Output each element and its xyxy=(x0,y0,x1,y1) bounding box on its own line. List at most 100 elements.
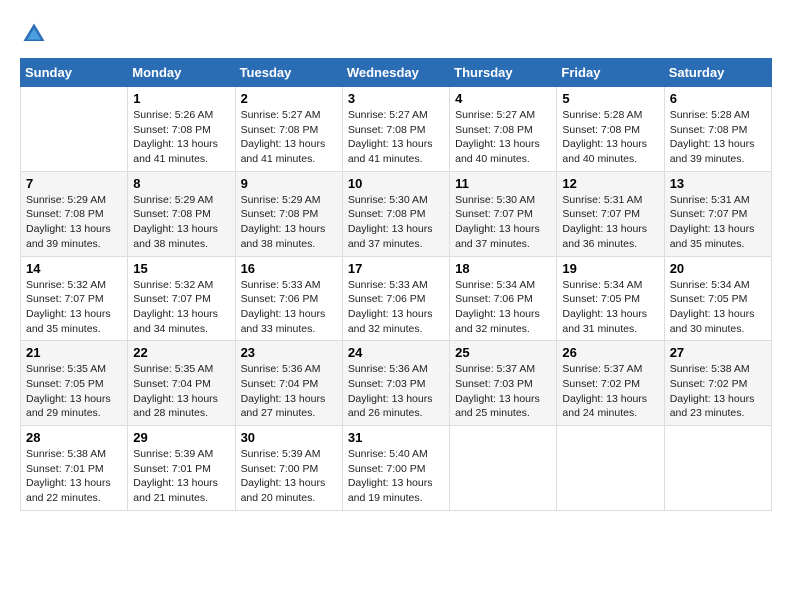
week-row-3: 14Sunrise: 5:32 AM Sunset: 7:07 PM Dayli… xyxy=(21,256,772,341)
day-info: Sunrise: 5:39 AM Sunset: 7:01 PM Dayligh… xyxy=(133,447,229,506)
calendar-cell: 26 Sunrise: 5:37 AM Sunset: 7:02 PM Dayli… xyxy=(557,341,664,426)
calendar-cell: 21 Sunrise: 5:35 AM Sunset: 7:05 PM Dayli… xyxy=(21,341,128,426)
calendar-cell: 8 Sunrise: 5:29 AM Sunset: 7:08 PM Daylig… xyxy=(128,171,235,256)
day-info: Sunrise: 5:35 AM Sunset: 7:05 PM Dayligh… xyxy=(26,362,122,421)
day-number: 26 xyxy=(562,345,658,360)
day-number: 25 xyxy=(455,345,551,360)
day-number: 3 xyxy=(348,91,444,106)
calendar-cell: 18 Sunrise: 5:34 AM Sunset: 7:06 PM Dayli… xyxy=(450,256,557,341)
day-info: Sunrise: 5:28 AM Sunset: 7:08 PM Dayligh… xyxy=(670,108,766,167)
calendar-cell xyxy=(557,426,664,511)
day-number: 16 xyxy=(241,261,337,276)
calendar-cell: 28 Sunrise: 5:38 AM Sunset: 7:01 PM Dayli… xyxy=(21,426,128,511)
day-number: 12 xyxy=(562,176,658,191)
week-row-1: 1 Sunrise: 5:26 AM Sunset: 7:08 PM Daylig… xyxy=(21,87,772,172)
day-info: Sunrise: 5:40 AM Sunset: 7:00 PM Dayligh… xyxy=(348,447,444,506)
column-header-tuesday: Tuesday xyxy=(235,59,342,87)
week-row-2: 7 Sunrise: 5:29 AM Sunset: 7:08 PM Daylig… xyxy=(21,171,772,256)
day-info: Sunrise: 5:27 AM Sunset: 7:08 PM Dayligh… xyxy=(241,108,337,167)
page-header xyxy=(20,20,772,48)
day-number: 4 xyxy=(455,91,551,106)
day-number: 10 xyxy=(348,176,444,191)
calendar-cell: 13 Sunrise: 5:31 AM Sunset: 7:07 PM Dayli… xyxy=(664,171,771,256)
day-number: 22 xyxy=(133,345,229,360)
column-header-saturday: Saturday xyxy=(664,59,771,87)
day-info: Sunrise: 5:26 AM Sunset: 7:08 PM Dayligh… xyxy=(133,108,229,167)
day-number: 5 xyxy=(562,91,658,106)
day-info: Sunrise: 5:34 AM Sunset: 7:06 PM Dayligh… xyxy=(455,278,551,337)
calendar-cell: 16Sunrise: 5:33 AM Sunset: 7:06 PM Dayli… xyxy=(235,256,342,341)
day-info: Sunrise: 5:36 AM Sunset: 7:03 PM Dayligh… xyxy=(348,362,444,421)
calendar-cell: 31Sunrise: 5:40 AM Sunset: 7:00 PM Dayli… xyxy=(342,426,449,511)
calendar-cell: 29 Sunrise: 5:39 AM Sunset: 7:01 PM Dayli… xyxy=(128,426,235,511)
day-info: Sunrise: 5:35 AM Sunset: 7:04 PM Dayligh… xyxy=(133,362,229,421)
day-number: 13 xyxy=(670,176,766,191)
day-info: Sunrise: 5:37 AM Sunset: 7:02 PM Dayligh… xyxy=(562,362,658,421)
logo-icon xyxy=(20,20,48,48)
calendar-cell xyxy=(664,426,771,511)
day-number: 20 xyxy=(670,261,766,276)
day-info: Sunrise: 5:32 AM Sunset: 7:07 PM Dayligh… xyxy=(133,278,229,337)
day-number: 29 xyxy=(133,430,229,445)
day-info: Sunrise: 5:28 AM Sunset: 7:08 PM Dayligh… xyxy=(562,108,658,167)
day-info: Sunrise: 5:27 AM Sunset: 7:08 PM Dayligh… xyxy=(348,108,444,167)
calendar-cell: 9 Sunrise: 5:29 AM Sunset: 7:08 PM Daylig… xyxy=(235,171,342,256)
day-number: 17 xyxy=(348,261,444,276)
day-info: Sunrise: 5:29 AM Sunset: 7:08 PM Dayligh… xyxy=(241,193,337,252)
day-info: Sunrise: 5:39 AM Sunset: 7:00 PM Dayligh… xyxy=(241,447,337,506)
calendar-cell: 25 Sunrise: 5:37 AM Sunset: 7:03 PM Dayli… xyxy=(450,341,557,426)
day-number: 18 xyxy=(455,261,551,276)
calendar-cell: 2Sunrise: 5:27 AM Sunset: 7:08 PM Daylig… xyxy=(235,87,342,172)
column-header-monday: Monday xyxy=(128,59,235,87)
calendar-cell: 1 Sunrise: 5:26 AM Sunset: 7:08 PM Daylig… xyxy=(128,87,235,172)
day-number: 24 xyxy=(348,345,444,360)
column-header-sunday: Sunday xyxy=(21,59,128,87)
day-number: 19 xyxy=(562,261,658,276)
calendar-cell: 3 Sunrise: 5:27 AM Sunset: 7:08 PM Daylig… xyxy=(342,87,449,172)
calendar-cell xyxy=(450,426,557,511)
calendar-cell: 4 Sunrise: 5:27 AM Sunset: 7:08 PM Daylig… xyxy=(450,87,557,172)
day-number: 1 xyxy=(133,91,229,106)
calendar-cell: 17 Sunrise: 5:33 AM Sunset: 7:06 PM Dayli… xyxy=(342,256,449,341)
day-info: Sunrise: 5:36 AM Sunset: 7:04 PM Dayligh… xyxy=(241,362,337,421)
header-row: SundayMondayTuesdayWednesdayThursdayFrid… xyxy=(21,59,772,87)
day-number: 21 xyxy=(26,345,122,360)
day-info: Sunrise: 5:37 AM Sunset: 7:03 PM Dayligh… xyxy=(455,362,551,421)
day-info: Sunrise: 5:31 AM Sunset: 7:07 PM Dayligh… xyxy=(670,193,766,252)
day-info: Sunrise: 5:34 AM Sunset: 7:05 PM Dayligh… xyxy=(562,278,658,337)
column-header-wednesday: Wednesday xyxy=(342,59,449,87)
day-info: Sunrise: 5:29 AM Sunset: 7:08 PM Dayligh… xyxy=(133,193,229,252)
day-info: Sunrise: 5:38 AM Sunset: 7:01 PM Dayligh… xyxy=(26,447,122,506)
day-number: 7 xyxy=(26,176,122,191)
day-number: 9 xyxy=(241,176,337,191)
day-info: Sunrise: 5:33 AM Sunset: 7:06 PM Dayligh… xyxy=(348,278,444,337)
calendar-cell: 12 Sunrise: 5:31 AM Sunset: 7:07 PM Dayli… xyxy=(557,171,664,256)
column-header-thursday: Thursday xyxy=(450,59,557,87)
day-info: Sunrise: 5:30 AM Sunset: 7:07 PM Dayligh… xyxy=(455,193,551,252)
column-header-friday: Friday xyxy=(557,59,664,87)
day-number: 30 xyxy=(241,430,337,445)
logo xyxy=(20,20,52,48)
day-info: Sunrise: 5:38 AM Sunset: 7:02 PM Dayligh… xyxy=(670,362,766,421)
day-number: 11 xyxy=(455,176,551,191)
day-number: 28 xyxy=(26,430,122,445)
calendar-cell: 6 Sunrise: 5:28 AM Sunset: 7:08 PM Daylig… xyxy=(664,87,771,172)
calendar-cell: 5 Sunrise: 5:28 AM Sunset: 7:08 PM Daylig… xyxy=(557,87,664,172)
calendar-cell: 20 Sunrise: 5:34 AM Sunset: 7:05 PM Dayli… xyxy=(664,256,771,341)
calendar-cell: 30 Sunrise: 5:39 AM Sunset: 7:00 PM Dayli… xyxy=(235,426,342,511)
calendar-cell: 15 Sunrise: 5:32 AM Sunset: 7:07 PM Dayli… xyxy=(128,256,235,341)
calendar-cell xyxy=(21,87,128,172)
day-number: 6 xyxy=(670,91,766,106)
day-number: 23 xyxy=(241,345,337,360)
week-row-5: 28 Sunrise: 5:38 AM Sunset: 7:01 PM Dayli… xyxy=(21,426,772,511)
day-info: Sunrise: 5:32 AM Sunset: 7:07 PM Dayligh… xyxy=(26,278,122,337)
day-info: Sunrise: 5:31 AM Sunset: 7:07 PM Dayligh… xyxy=(562,193,658,252)
day-info: Sunrise: 5:34 AM Sunset: 7:05 PM Dayligh… xyxy=(670,278,766,337)
calendar-cell: 22 Sunrise: 5:35 AM Sunset: 7:04 PM Dayli… xyxy=(128,341,235,426)
calendar-cell: 19 Sunrise: 5:34 AM Sunset: 7:05 PM Dayli… xyxy=(557,256,664,341)
day-number: 8 xyxy=(133,176,229,191)
day-info: Sunrise: 5:27 AM Sunset: 7:08 PM Dayligh… xyxy=(455,108,551,167)
day-number: 15 xyxy=(133,261,229,276)
week-row-4: 21 Sunrise: 5:35 AM Sunset: 7:05 PM Dayli… xyxy=(21,341,772,426)
calendar-cell: 11 Sunrise: 5:30 AM Sunset: 7:07 PM Dayli… xyxy=(450,171,557,256)
